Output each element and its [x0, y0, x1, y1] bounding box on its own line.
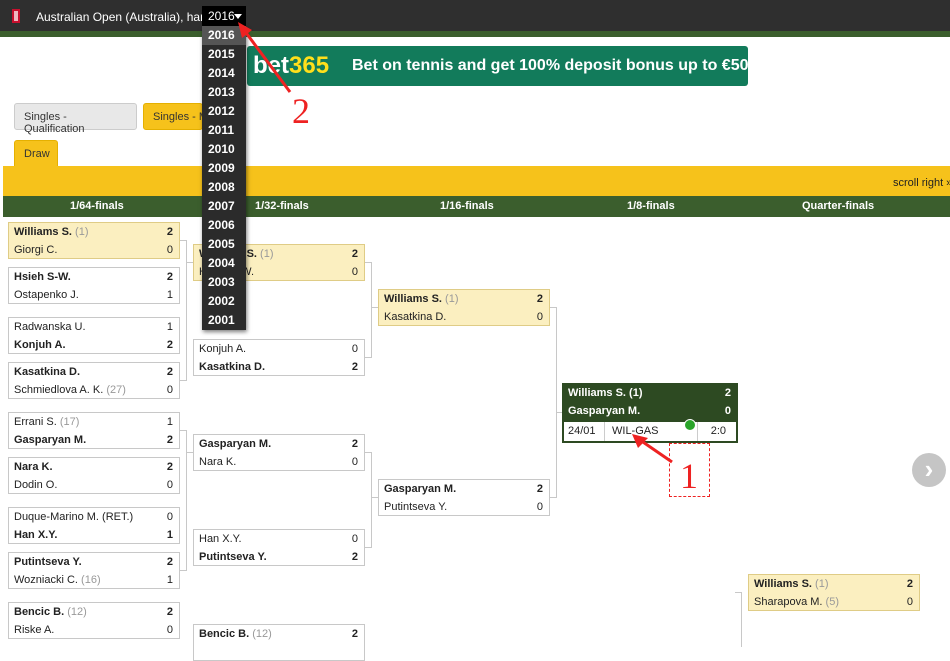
annotation-arrow-2: [242, 29, 292, 93]
annotation-label-1: 1: [680, 456, 698, 496]
annotation-arrowhead-1: [632, 434, 648, 448]
annotation-overlay: [238, 22, 673, 464]
annotation-arrow-1: [639, 438, 673, 464]
annotation-label-2: 2: [292, 91, 310, 131]
